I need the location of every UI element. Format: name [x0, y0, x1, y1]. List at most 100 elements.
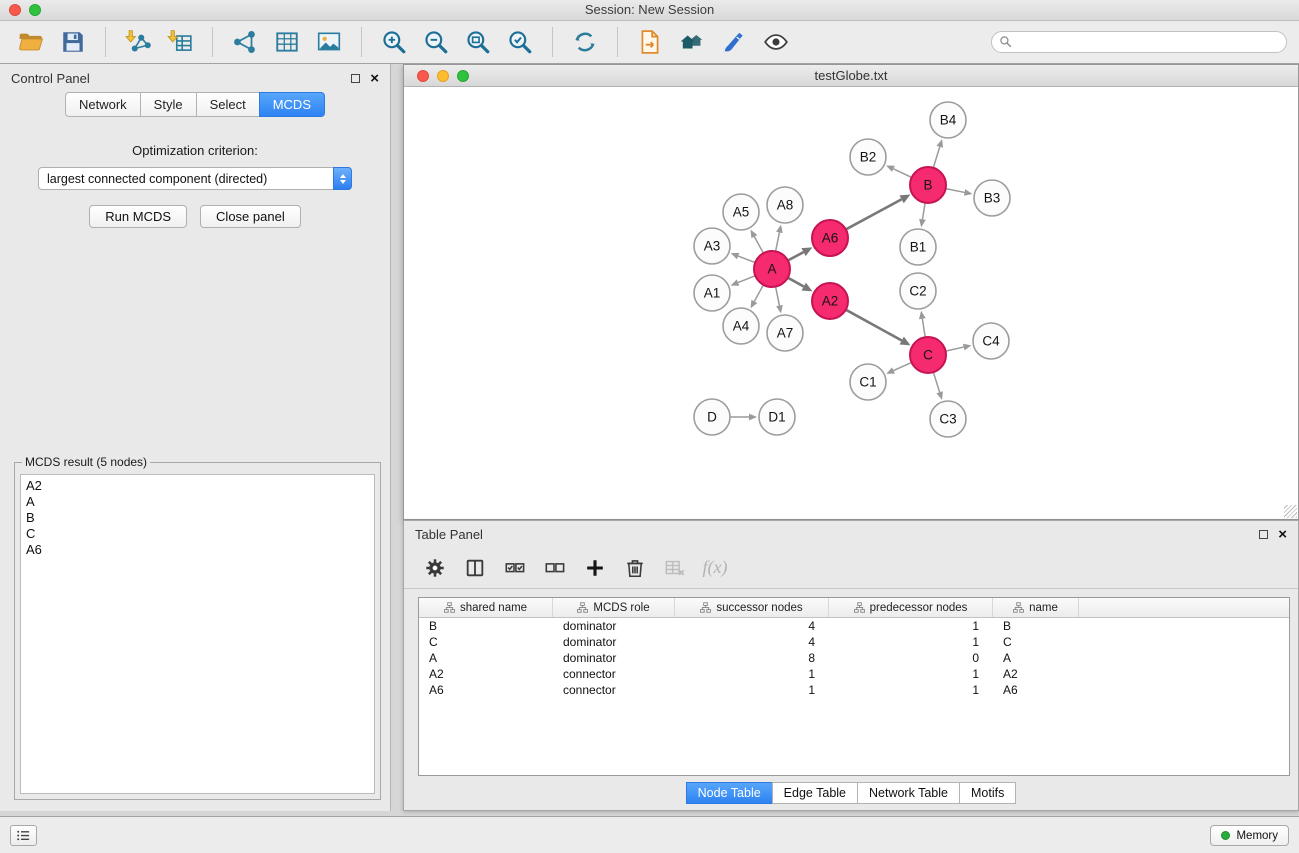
table-cell[interactable]: connector	[553, 666, 675, 682]
zoom-fit-button[interactable]	[459, 25, 497, 59]
import-network-button[interactable]	[119, 25, 157, 59]
import-table-button[interactable]	[161, 25, 199, 59]
graph-edge-C-C3[interactable]	[933, 372, 939, 392]
table-cell[interactable]: A6	[993, 682, 1079, 698]
tab-network-table[interactable]: Network Table	[857, 782, 960, 804]
tab-select[interactable]: Select	[196, 92, 260, 117]
table-cell[interactable]: 1	[829, 618, 993, 634]
resize-handle[interactable]	[1284, 505, 1297, 518]
select-all-button[interactable]	[498, 551, 532, 585]
close-panel-button[interactable]: Close panel	[200, 205, 301, 228]
result-list-item[interactable]: B	[26, 510, 369, 526]
deselect-all-button[interactable]	[538, 551, 572, 585]
table-row[interactable]: Adominator80A	[419, 650, 1289, 666]
graph-edge-A-A4[interactable]	[754, 285, 763, 302]
result-list-item[interactable]: C	[26, 526, 369, 542]
table-cell[interactable]: dominator	[553, 618, 675, 634]
search-input[interactable]	[991, 31, 1287, 53]
column-header-mcds-role[interactable]: MCDS role	[553, 598, 675, 617]
zoom-in-button[interactable]	[375, 25, 413, 59]
tab-edge-table[interactable]: Edge Table	[772, 782, 858, 804]
new-table-button[interactable]	[268, 25, 306, 59]
panels-menu-button[interactable]	[10, 825, 37, 846]
show-graphics-details-button[interactable]	[757, 25, 795, 59]
tab-motifs[interactable]: Motifs	[959, 782, 1016, 804]
delete-table-button[interactable]	[658, 551, 692, 585]
table-cell[interactable]: A2	[419, 666, 553, 682]
graph-edge-B-B3[interactable]	[946, 189, 965, 193]
table-cell[interactable]: dominator	[553, 634, 675, 650]
column-visibility-button[interactable]	[458, 551, 492, 585]
float-table-panel-icon[interactable]	[1259, 530, 1268, 539]
memory-button[interactable]: Memory	[1210, 825, 1289, 846]
minimize-network-button[interactable]	[437, 70, 449, 82]
table-row[interactable]: Bdominator41B	[419, 618, 1289, 634]
close-panel-icon[interactable]: ×	[370, 71, 379, 86]
table-cell[interactable]: 4	[675, 618, 829, 634]
table-cell[interactable]: 1	[675, 682, 829, 698]
export-image-button[interactable]	[310, 25, 348, 59]
table-settings-button[interactable]	[418, 551, 452, 585]
table-cell[interactable]: connector	[553, 682, 675, 698]
zoom-out-button[interactable]	[417, 25, 455, 59]
apply-layout-button[interactable]	[566, 25, 604, 59]
graph-edge-A6-B[interactable]	[846, 199, 902, 229]
result-list-item[interactable]: A2	[26, 478, 369, 494]
network-window-titlebar[interactable]: testGlobe.txt	[404, 65, 1298, 87]
graph-edge-A-A1[interactable]	[738, 276, 755, 283]
table-cell[interactable]: A	[993, 650, 1079, 666]
mcds-result-list[interactable]: A2ABCA6	[20, 474, 375, 794]
optimization-dropdown[interactable]: largest connected component (directed)	[38, 167, 352, 190]
column-header-successor-nodes[interactable]: successor nodes	[675, 598, 829, 617]
first-neighbors-button[interactable]	[673, 25, 711, 59]
tab-style[interactable]: Style	[140, 92, 197, 117]
close-table-panel-icon[interactable]: ×	[1278, 527, 1287, 542]
graph-edge-C-C1[interactable]	[894, 362, 912, 370]
table-cell[interactable]: 0	[829, 650, 993, 666]
table-cell[interactable]: A2	[993, 666, 1079, 682]
column-header-predecessor-nodes[interactable]: predecessor nodes	[829, 598, 993, 617]
table-cell[interactable]: B	[993, 618, 1079, 634]
table-cell[interactable]: 1	[675, 666, 829, 682]
add-row-button[interactable]	[578, 551, 612, 585]
result-list-item[interactable]: A	[26, 494, 369, 510]
graph-edge-B-B4[interactable]	[933, 147, 939, 168]
table-cell[interactable]: A	[419, 650, 553, 666]
zoom-selected-button[interactable]	[501, 25, 539, 59]
result-list-item[interactable]: A6	[26, 542, 369, 558]
graph-edge-A-A7[interactable]	[776, 287, 780, 306]
share-document-button[interactable]	[631, 25, 669, 59]
new-network-button[interactable]	[226, 25, 264, 59]
tab-network[interactable]: Network	[65, 92, 141, 117]
close-window-button[interactable]	[9, 4, 21, 16]
table-cell[interactable]: 1	[829, 682, 993, 698]
table-cell[interactable]: 4	[675, 634, 829, 650]
float-panel-icon[interactable]	[351, 74, 360, 83]
table-cell[interactable]: A6	[419, 682, 553, 698]
graph-edge-A-A5[interactable]	[754, 237, 763, 254]
graph-edge-C-C2[interactable]	[922, 319, 925, 338]
graph-edge-B-B2[interactable]	[893, 169, 911, 178]
table-cell[interactable]: 1	[829, 634, 993, 650]
table-cell[interactable]: C	[993, 634, 1079, 650]
zoom-window-button[interactable]	[29, 4, 41, 16]
table-cell[interactable]: 1	[829, 666, 993, 682]
table-cell[interactable]: 8	[675, 650, 829, 666]
open-session-button[interactable]	[12, 25, 50, 59]
network-graph[interactable]: B4B2BB3A5A8A6B1A3AC2A1A2A4A7C4CC1C3DD1	[404, 87, 1298, 519]
window-titlebar[interactable]: Session: New Session	[0, 0, 1299, 21]
save-session-button[interactable]	[54, 25, 92, 59]
delete-button[interactable]	[618, 551, 652, 585]
graph-edge-A2-C[interactable]	[846, 310, 902, 341]
graph-edge-C-C4[interactable]	[946, 347, 964, 351]
table-row[interactable]: A6connector11A6	[419, 682, 1289, 698]
graph-edge-B-B1[interactable]	[922, 203, 925, 220]
run-mcds-button[interactable]: Run MCDS	[89, 205, 187, 228]
table-row[interactable]: Cdominator41C	[419, 634, 1289, 650]
style-brush-button[interactable]	[715, 25, 753, 59]
graph-edge-A-A3[interactable]	[738, 256, 755, 263]
table-cell[interactable]: B	[419, 618, 553, 634]
column-header-name[interactable]: name	[993, 598, 1079, 617]
graph-edge-A-A6[interactable]	[788, 252, 804, 260]
table-row[interactable]: A2connector11A2	[419, 666, 1289, 682]
